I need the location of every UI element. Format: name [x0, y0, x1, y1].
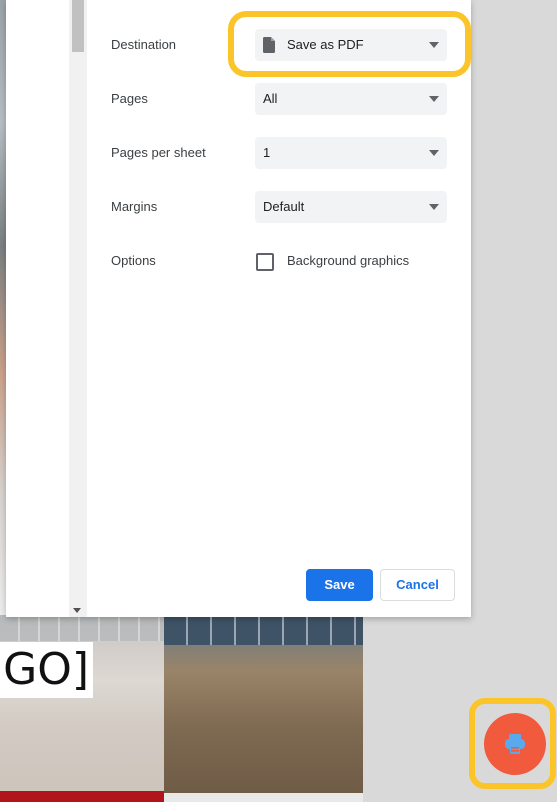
background-footer-bar — [164, 793, 363, 802]
chevron-down-icon — [429, 150, 439, 156]
margins-select[interactable]: Default — [255, 191, 447, 223]
scrollbar-thumb[interactable] — [72, 0, 84, 52]
background-graphics-label[interactable]: Background graphics — [287, 253, 409, 268]
pages-label: Pages — [111, 91, 148, 106]
print-preview — [6, 0, 69, 617]
margins-label: Margins — [111, 199, 158, 214]
pages-per-sheet-select[interactable]: 1 — [255, 137, 447, 169]
solar-panels-image — [164, 615, 363, 645]
scroll-down-arrow-icon[interactable] — [73, 608, 81, 613]
chevron-down-icon — [429, 204, 439, 210]
save-button[interactable]: Save — [306, 569, 373, 601]
chevron-down-icon — [429, 96, 439, 102]
destination-label: Destination — [111, 37, 177, 52]
background-image-left: GO] — [0, 615, 164, 802]
background-logo-text: GO] — [0, 642, 93, 698]
background-red-bar — [0, 791, 164, 802]
margins-value: Default — [263, 199, 305, 214]
pages-per-sheet-label: Pages per sheet — [111, 145, 206, 160]
pages-select[interactable]: All — [255, 83, 447, 115]
options-label: Options — [111, 253, 156, 268]
preview-scrollbar[interactable] — [69, 0, 87, 617]
cancel-button[interactable]: Cancel — [380, 569, 455, 601]
pages-per-sheet-value: 1 — [263, 145, 271, 160]
background-graphics-checkbox[interactable] — [256, 253, 274, 271]
print-dialog: Destination Save as PDF Pages All Pages … — [6, 0, 471, 617]
pages-value: All — [263, 91, 278, 106]
background-image-right — [164, 615, 363, 802]
destination-highlight — [228, 11, 471, 77]
print-button-highlight — [469, 698, 556, 789]
solar-panels-image — [0, 615, 164, 641]
